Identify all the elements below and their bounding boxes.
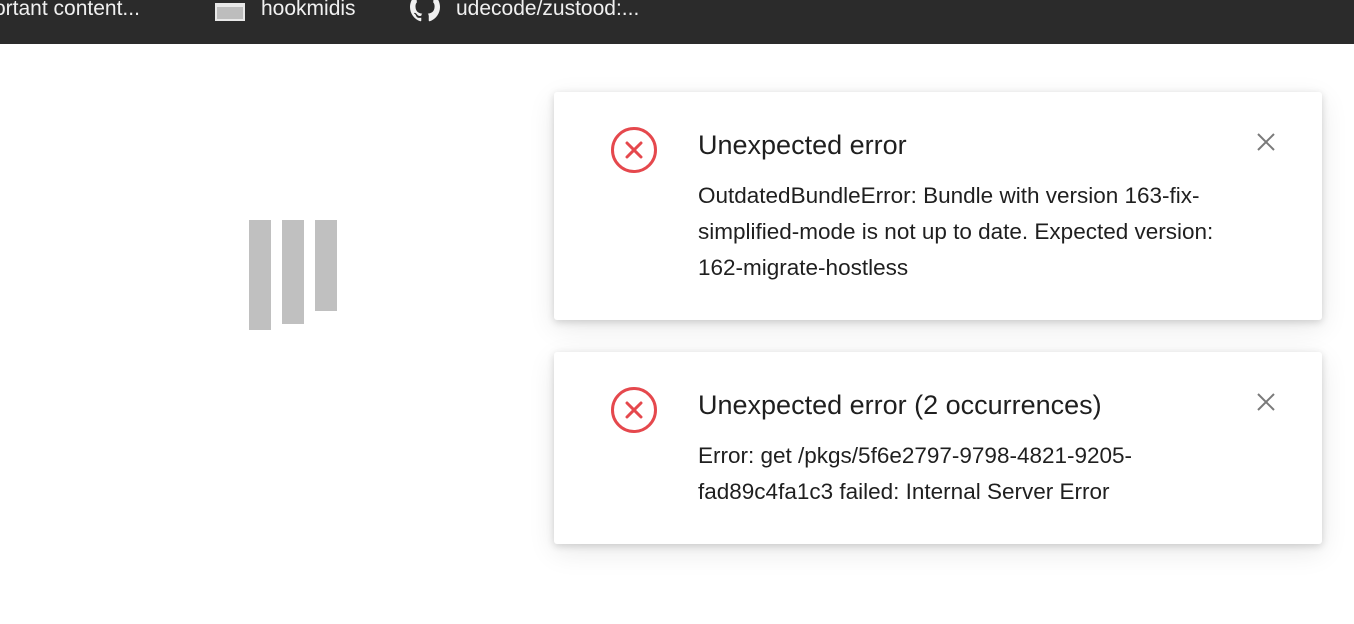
toast-message: OutdatedBundleError: Bundle with version… <box>698 183 1214 280</box>
loader-bar <box>282 220 304 324</box>
error-toast: Unexpected error OutdatedBundleError: Bu… <box>554 92 1322 320</box>
bookmark-label: udecode/zustood:... <box>456 0 640 20</box>
loader-bar <box>315 220 337 311</box>
bookmark-label: ortant content... <box>0 0 140 20</box>
github-icon <box>410 0 440 28</box>
loader-bar <box>249 220 271 330</box>
toast-message: Error: get /pkgs/5f6e2797-9798-4821-9205… <box>698 443 1133 504</box>
bookmarks-bar: ortant content... hookmidis udecode/zust… <box>0 0 1354 44</box>
folder-icon <box>215 3 245 21</box>
toast-title: Unexpected error (2 occurrences) <box>698 390 1102 420</box>
toast-title: Unexpected error <box>698 130 907 160</box>
error-circle-icon <box>611 127 657 173</box>
loading-bars-icon <box>249 220 339 332</box>
bookmark-important-content[interactable]: ortant content... <box>0 0 140 24</box>
error-toast: Unexpected error (2 occurrences) Error: … <box>554 352 1322 544</box>
bookmark-label: hookmidis <box>261 0 356 20</box>
close-icon[interactable] <box>1254 130 1278 154</box>
bookmark-zustood[interactable]: udecode/zustood:... <box>410 0 639 24</box>
bookmark-hookmidis[interactable]: hookmidis <box>215 0 356 24</box>
error-circle-icon <box>611 387 657 433</box>
close-icon[interactable] <box>1254 390 1278 414</box>
